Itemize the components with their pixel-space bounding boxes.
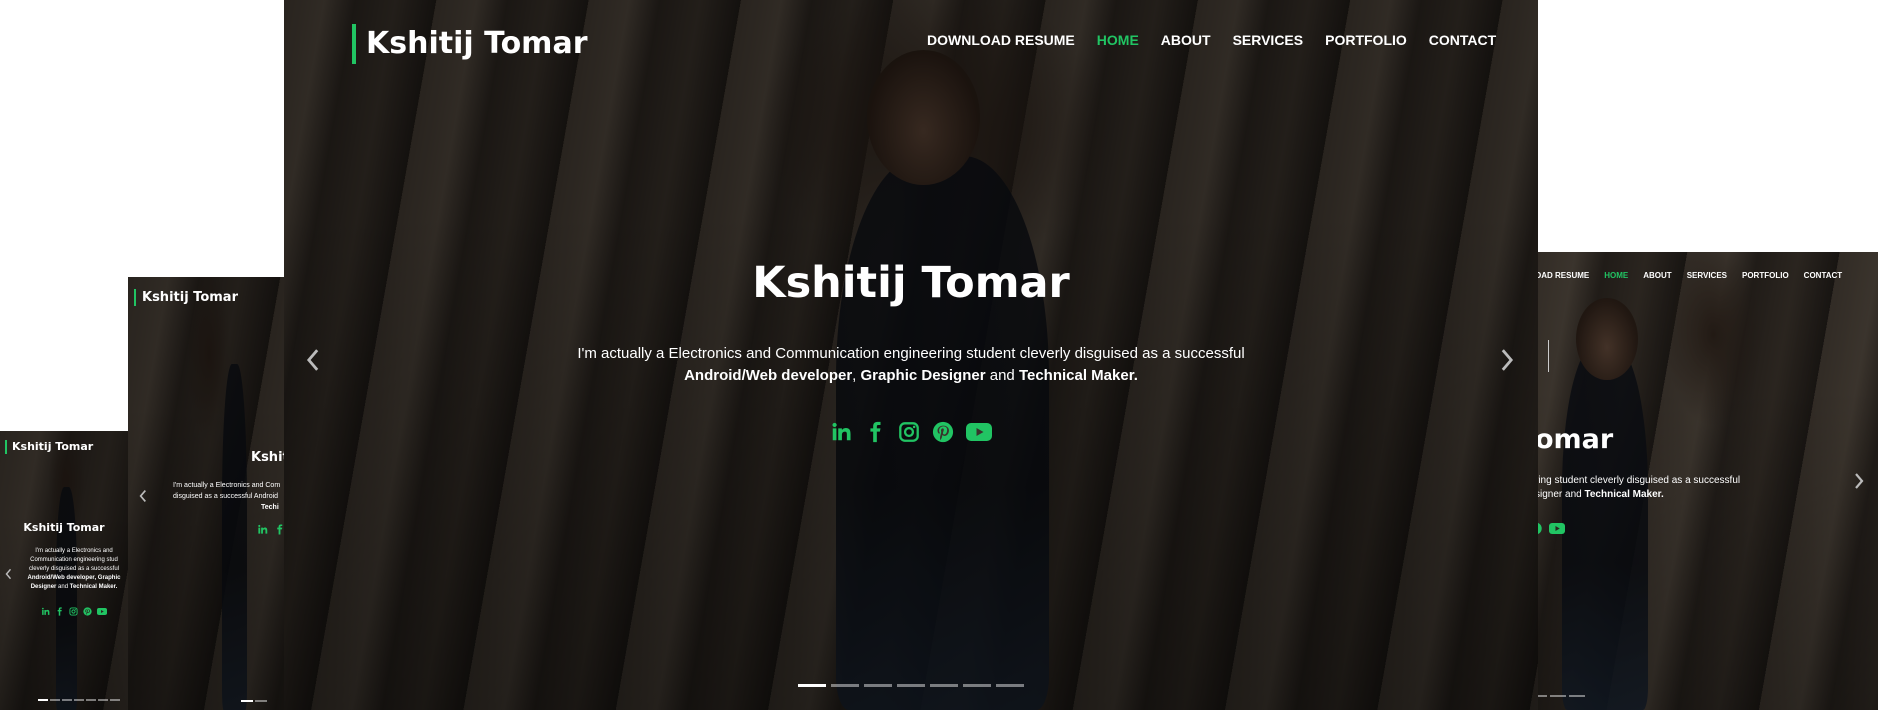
hero-description: I'm actually a Electronics and Communica… bbox=[20, 547, 128, 592]
hero-desc-bold: Technical Maker. bbox=[1018, 367, 1138, 384]
carousel-indicator[interactable] bbox=[831, 684, 859, 687]
hero-desc-text: and bbox=[985, 367, 1019, 384]
social-links bbox=[20, 607, 128, 616]
nav-about[interactable]: ABOUT bbox=[1161, 32, 1211, 48]
nav-contact[interactable]: CONTACT bbox=[1804, 271, 1843, 280]
hero-title: omar bbox=[1535, 424, 1614, 455]
carousel-indicators bbox=[284, 684, 1538, 687]
nav-portfolio[interactable]: PORTFOLIO bbox=[1325, 32, 1407, 48]
facebook-icon[interactable] bbox=[864, 421, 886, 443]
mobile-preview: Kshitij Tomar Kshitij Tomar I'm actually… bbox=[0, 431, 128, 710]
carousel-prev-stub bbox=[1548, 340, 1549, 372]
main-nav: DOWNLOAD RESUME HOME ABOUT SERVICES PORT… bbox=[927, 32, 1496, 48]
carousel-indicator[interactable] bbox=[74, 699, 84, 701]
main-nav: OAD RESUME HOME ABOUT SERVICES PORTFOLIO… bbox=[1535, 271, 1842, 280]
carousel-indicators bbox=[1535, 695, 1585, 697]
carousel-indicator[interactable] bbox=[86, 699, 96, 701]
carousel-indicator[interactable] bbox=[255, 700, 267, 702]
hero-desc-bold: Android/Web developer bbox=[684, 367, 853, 384]
carousel-indicator[interactable] bbox=[241, 700, 253, 702]
hero-desc-bold: Android/Web developer bbox=[27, 575, 95, 581]
hero-desc-line: I'm actually a Electronics and Com bbox=[173, 482, 281, 489]
facebook-icon[interactable] bbox=[55, 607, 64, 616]
hero-desc-bold: Graphic Designer bbox=[860, 367, 986, 384]
nav-portfolio[interactable]: PORTFOLIO bbox=[1742, 271, 1789, 280]
desktop-preview-right: OAD RESUME HOME ABOUT SERVICES PORTFOLIO… bbox=[1535, 252, 1878, 710]
hero-desc-line: I'm actually a Electronics and Communica… bbox=[577, 345, 1245, 362]
social-links bbox=[257, 524, 284, 535]
pinterest-icon[interactable] bbox=[932, 421, 954, 443]
hero-description: I'm actually a Electronics and Communica… bbox=[284, 343, 1538, 387]
hero-desc-text: signer and bbox=[1535, 489, 1585, 500]
youtube-icon[interactable] bbox=[97, 607, 107, 616]
hero-desc-bold: , Graphic bbox=[94, 575, 121, 581]
hero-desc-text: and bbox=[56, 584, 70, 590]
carousel-indicator[interactable] bbox=[798, 684, 826, 687]
carousel-next-button[interactable] bbox=[1496, 345, 1518, 375]
brand-logo[interactable]: Kshitij Tomar bbox=[134, 289, 238, 306]
linkedin-icon[interactable] bbox=[257, 524, 268, 535]
nav-contact[interactable]: CONTACT bbox=[1429, 32, 1496, 48]
social-links bbox=[1535, 522, 1565, 535]
brand-logo[interactable]: Kshitij Tomar bbox=[5, 440, 93, 454]
carousel-indicator[interactable] bbox=[38, 699, 48, 701]
nav-download-resume[interactable]: DOWNLOAD RESUME bbox=[927, 32, 1075, 48]
carousel-indicator[interactable] bbox=[930, 684, 958, 687]
pinterest-icon[interactable] bbox=[83, 607, 92, 616]
nav-download-resume[interactable]: OAD RESUME bbox=[1535, 271, 1589, 280]
carousel-next-button[interactable] bbox=[1851, 470, 1867, 492]
hero-desc-line: I'm actually a Electronics and bbox=[35, 548, 113, 554]
hero-desc-line: disguised as a successful Android bbox=[173, 493, 279, 500]
hero-description: I'm actually a Electronics and Com disgu… bbox=[173, 480, 280, 513]
carousel-prev-button[interactable] bbox=[302, 345, 324, 375]
nav-services[interactable]: SERVICES bbox=[1687, 271, 1727, 280]
carousel-indicator[interactable] bbox=[963, 684, 991, 687]
nav-services[interactable]: SERVICES bbox=[1233, 32, 1304, 48]
carousel-prev-button[interactable] bbox=[2, 566, 14, 582]
nav-home[interactable]: HOME bbox=[1097, 32, 1139, 48]
hero-title: Kshitij Tomar bbox=[752, 258, 1070, 308]
carousel-indicator[interactable] bbox=[897, 684, 925, 687]
facebook-icon[interactable] bbox=[274, 524, 284, 535]
nav-home[interactable]: HOME bbox=[1604, 271, 1628, 280]
carousel-indicator[interactable] bbox=[110, 699, 120, 701]
hero-desc-bold: Technical Maker. bbox=[1584, 489, 1664, 500]
tablet-preview: Kshitij Tomar Kshit I'm actually a Elect… bbox=[128, 277, 284, 710]
carousel-indicator[interactable] bbox=[98, 699, 108, 701]
hero-title: Kshitij Tomar bbox=[23, 521, 105, 534]
hero-desc-bold: Technical Maker. bbox=[69, 584, 118, 590]
desktop-preview-main: Kshitij Tomar DOWNLOAD RESUME HOME ABOUT… bbox=[284, 0, 1538, 710]
instagram-icon[interactable] bbox=[69, 607, 78, 616]
social-links bbox=[284, 421, 1538, 443]
hero-description: ring student cleverly disguised as a suc… bbox=[1535, 474, 1740, 502]
linkedin-icon[interactable] bbox=[830, 421, 852, 443]
carousel-indicator[interactable] bbox=[864, 684, 892, 687]
carousel-indicator[interactable] bbox=[50, 699, 60, 701]
carousel-indicator[interactable] bbox=[996, 684, 1024, 687]
linkedin-icon[interactable] bbox=[41, 607, 50, 616]
youtube-icon[interactable] bbox=[966, 421, 992, 443]
hero-title: Kshit bbox=[251, 450, 284, 465]
carousel-indicators bbox=[241, 700, 267, 702]
carousel-indicator[interactable] bbox=[1550, 695, 1566, 697]
hero-desc-bold: Techi bbox=[261, 504, 279, 511]
nav-about[interactable]: ABOUT bbox=[1643, 271, 1671, 280]
hero-desc-bold: Designer bbox=[30, 584, 57, 590]
carousel-indicators bbox=[30, 699, 128, 701]
carousel-prev-button[interactable] bbox=[136, 487, 150, 505]
hero-desc-line: ring student cleverly disguised as a suc… bbox=[1535, 475, 1741, 486]
instagram-icon[interactable] bbox=[898, 421, 920, 443]
hero-desc-text: , bbox=[852, 367, 861, 384]
youtube-icon[interactable] bbox=[1549, 522, 1565, 535]
carousel-indicator[interactable] bbox=[1569, 695, 1585, 697]
brand-logo[interactable]: Kshitij Tomar bbox=[352, 24, 587, 64]
hero-desc-line: Communication engineering stud bbox=[30, 557, 118, 563]
carousel-indicator[interactable] bbox=[62, 699, 72, 701]
hero-desc-line: cleverly disguised as a successful bbox=[28, 566, 120, 572]
